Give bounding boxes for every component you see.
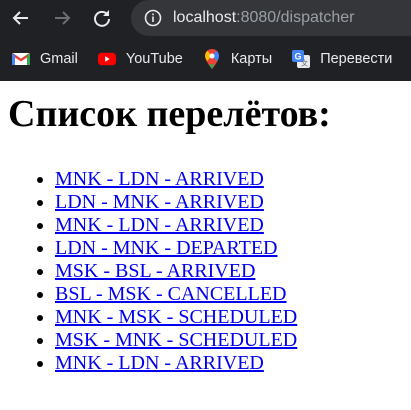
bookmark-youtube[interactable]: YouTube [86, 44, 191, 74]
address-bar[interactable]: localhost:8080/dispatcher [131, 0, 411, 36]
bookmark-label: YouTube [125, 51, 183, 67]
bookmark-maps[interactable]: Карты [191, 44, 280, 74]
list-item: BSL - MSK - CANCELLED [55, 283, 403, 306]
url-path: :8080/dispatcher [236, 9, 355, 26]
bookmark-label: Карты [230, 51, 273, 67]
bookmarks-bar: Gmail YouTube Карты G文 Перевести [0, 36, 411, 81]
back-arrow-icon[interactable] [8, 5, 34, 31]
flight-link[interactable]: MNK - LDN - ARRIVED [55, 168, 264, 190]
url-host: localhost [173, 9, 237, 26]
bookmark-label: Gmail [40, 51, 78, 67]
flight-list: MNK - LDN - ARRIVED LDN - MNK - ARRIVED … [8, 168, 403, 375]
flight-link[interactable]: MNK - LDN - ARRIVED [55, 352, 264, 374]
site-info-icon[interactable] [143, 8, 163, 28]
url-text[interactable]: localhost:8080/dispatcher [173, 9, 354, 27]
flight-link[interactable]: MNK - LDN - ARRIVED [55, 214, 264, 236]
browser-toolbar: localhost:8080/dispatcher [0, 0, 411, 36]
flight-link[interactable]: LDN - MNK - ARRIVED [55, 191, 264, 213]
list-item: MSK - MNK - SCHEDULED [55, 329, 403, 352]
bookmark-gmail[interactable]: Gmail [0, 44, 86, 74]
bookmark-label: Перевести [320, 51, 393, 67]
flight-link[interactable]: MSK - BSL - ARRIVED [55, 260, 255, 282]
page-title: Список перелётов: [8, 93, 331, 135]
maps-icon [203, 49, 221, 69]
bookmark-translate[interactable]: G文 Перевести [280, 44, 400, 74]
flight-link[interactable]: BSL - MSK - CANCELLED [55, 283, 286, 305]
list-item: LDN - MNK - ARRIVED [55, 191, 403, 214]
list-item: MNK - LDN - ARRIVED [55, 168, 403, 191]
list-item: MNK - LDN - ARRIVED [55, 352, 403, 375]
list-item: MSK - BSL - ARRIVED [55, 260, 403, 283]
flight-link[interactable]: MSK - MNK - SCHEDULED [55, 329, 297, 351]
list-item: MNK - LDN - ARRIVED [55, 214, 403, 237]
list-item: LDN - MNK - DEPARTED [55, 237, 403, 260]
reload-icon[interactable] [89, 5, 115, 31]
gmail-icon [12, 50, 30, 68]
forward-arrow-icon[interactable] [49, 5, 75, 31]
page-content: Список перелётов: MNK - LDN - ARRIVED LD… [0, 92, 411, 375]
flight-link[interactable]: MNK - MSK - SCHEDULED [55, 306, 297, 328]
svg-text:文: 文 [301, 59, 308, 68]
flight-link[interactable]: LDN - MNK - DEPARTED [55, 237, 278, 259]
list-item: MNK - MSK - SCHEDULED [55, 306, 403, 329]
translate-icon: G文 [292, 50, 311, 68]
youtube-icon [97, 50, 116, 68]
